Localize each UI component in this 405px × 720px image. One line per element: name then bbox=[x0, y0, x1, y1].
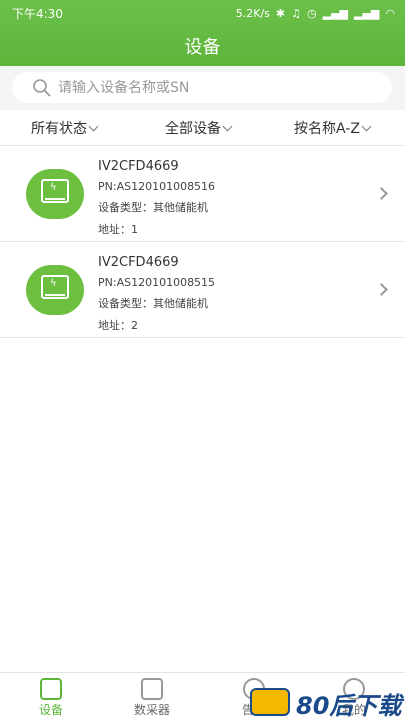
status-time: 下午4:30 bbox=[12, 6, 63, 21]
filter-bar: 所有状态 全部设备 按名称A-Z bbox=[0, 110, 405, 146]
top-app-bar: 下午4:30 5.2K/s ✱ ♫ ◷ ▂▄▆ ▂▄▆ ◠ 设备 bbox=[0, 0, 405, 66]
chevron-down-icon bbox=[88, 121, 99, 131]
mute-icon: ♫ bbox=[291, 6, 301, 20]
watermark-logo-icon bbox=[250, 688, 290, 716]
signal-icon: ▂▄▆ bbox=[322, 6, 348, 20]
device-type: 设备类型：其他储能机 bbox=[98, 297, 208, 310]
inverter-icon: ϟ bbox=[26, 265, 84, 315]
chevron-down-icon bbox=[222, 121, 233, 131]
filter-device[interactable]: 全部设备 bbox=[165, 110, 233, 146]
filter-status[interactable]: 所有状态 bbox=[31, 110, 99, 146]
network-speed: 5.2K/s bbox=[235, 6, 270, 20]
chevron-right-icon bbox=[375, 283, 388, 296]
nav-item-collector[interactable]: 数采器 bbox=[112, 675, 192, 719]
nav-label: 设备 bbox=[38, 703, 63, 717]
status-right: 5.2K/s ✱ ♫ ◷ ▂▄▆ ▂▄▆ ◠ bbox=[236, 8, 395, 19]
device-list-item[interactable]: ϟ IV2CFD4669 PN:AS120101008515 设备类型：其他储能… bbox=[0, 243, 405, 338]
device-address: 地址：2 bbox=[98, 319, 138, 332]
page-title: 设备 bbox=[184, 37, 221, 58]
device-list-item[interactable]: ϟ IV2CFD4669 PN:AS120101008516 设备类型：其他储能… bbox=[0, 147, 405, 242]
search-box[interactable] bbox=[12, 72, 392, 103]
search-input[interactable] bbox=[58, 79, 358, 96]
watermark-text: 80后下载 bbox=[296, 692, 402, 720]
nav-label: 数采器 bbox=[133, 703, 170, 717]
device-address: 地址：1 bbox=[98, 223, 138, 236]
filter-status-label: 所有状态 bbox=[31, 121, 87, 137]
search-icon bbox=[33, 78, 51, 97]
device-pn: PN:AS120101008515 bbox=[98, 276, 216, 289]
collector-icon bbox=[141, 678, 163, 700]
filter-sort[interactable]: 按名称A-Z bbox=[294, 110, 372, 146]
filter-sort-label: 按名称A-Z bbox=[294, 121, 360, 137]
status-bar: 下午4:30 5.2K/s ✱ ♫ ◷ ▂▄▆ ▂▄▆ ◠ bbox=[0, 0, 405, 26]
device-name: IV2CFD4669 bbox=[98, 255, 179, 270]
filter-device-label: 全部设备 bbox=[165, 121, 221, 137]
signal2-icon: ▂▄▆ bbox=[354, 6, 380, 20]
watermark: 80后下载 bbox=[244, 684, 404, 720]
chevron-right-icon bbox=[375, 187, 388, 200]
chevron-down-icon bbox=[361, 121, 372, 131]
inverter-icon: ϟ bbox=[26, 169, 84, 219]
nav-item-device[interactable]: 设备 bbox=[11, 675, 91, 719]
alarm-clock-icon: ◷ bbox=[307, 6, 317, 20]
bluetooth-icon: ✱ bbox=[275, 6, 286, 20]
wifi-icon: ◠ bbox=[385, 6, 395, 20]
device-icon bbox=[40, 678, 62, 700]
search-area bbox=[0, 66, 405, 110]
device-name: IV2CFD4669 bbox=[98, 159, 179, 174]
device-pn: PN:AS120101008516 bbox=[98, 180, 216, 193]
device-type: 设备类型：其他储能机 bbox=[98, 201, 208, 214]
